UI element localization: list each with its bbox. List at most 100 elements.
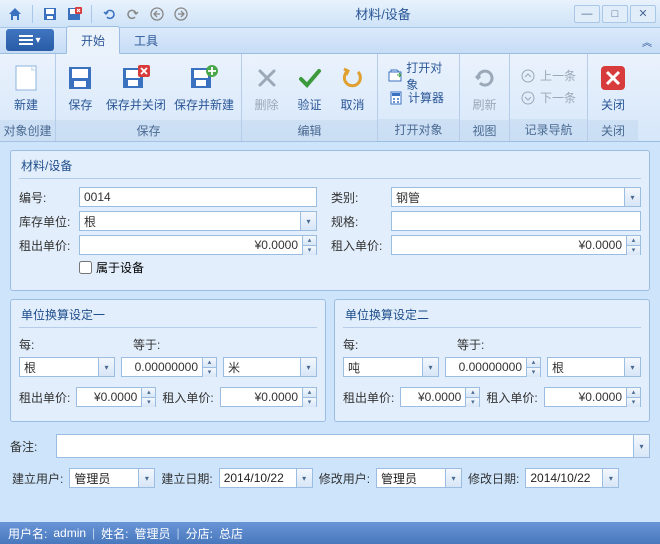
save-new-button[interactable]: 保存并新建 [171, 56, 237, 118]
tab-tools[interactable]: 工具 [120, 27, 172, 53]
close-large-icon [597, 62, 629, 94]
calculator-icon [388, 90, 404, 106]
chevron-down-icon[interactable]: ▾ [445, 469, 461, 487]
minimize-button[interactable]: — [574, 5, 600, 23]
save-close-icon[interactable] [63, 3, 85, 25]
spec-label: 规格: [331, 213, 387, 230]
group-open-label: 打开对象 [378, 119, 459, 141]
chevron-down-icon[interactable]: ▾ [300, 212, 316, 230]
maximize-button[interactable]: □ [602, 5, 628, 23]
panel-material: 材料/设备 编号: 类别: ▾ 库存单位: ▾ 规格: 租出单价: [10, 150, 650, 291]
open-object-button[interactable]: 打开对象 [384, 65, 453, 87]
conv1-title: 单位换算设定一 [19, 306, 317, 328]
status-branch: 总店 [219, 525, 243, 542]
close-button[interactable]: 关闭 [592, 56, 634, 118]
spinner-down-icon[interactable]: ▾ [302, 246, 316, 255]
validate-button[interactable]: 验证 [289, 56, 330, 118]
group-edit-label: 编辑 [242, 120, 377, 142]
save-close-large-icon [120, 62, 152, 94]
ribbon-tabs: ▾ 开始 工具 ︽ [0, 28, 660, 54]
app-menu-button[interactable]: ▾ [6, 29, 54, 51]
chevron-down-icon[interactable]: ▾ [138, 469, 154, 487]
open-object-icon [388, 68, 402, 84]
spec-input[interactable] [391, 211, 641, 231]
chevron-down-icon[interactable]: ▾ [624, 188, 640, 206]
status-user-label: 用户名: [8, 525, 47, 542]
category-label: 类别: [331, 189, 387, 206]
group-save-label: 保存 [56, 120, 241, 142]
rent-out-input[interactable] [79, 235, 317, 255]
refresh-button[interactable]: 刷新 [464, 56, 505, 118]
status-bar: 用户名: admin | 姓名: 管理员 | 分店: 总店 [0, 522, 660, 544]
tab-start[interactable]: 开始 [66, 26, 120, 54]
is-equipment-checkbox[interactable]: 属于设备 [79, 259, 144, 276]
form-area: 材料/设备 编号: 类别: ▾ 库存单位: ▾ 规格: 租出单价: [0, 142, 660, 488]
cancel-button[interactable]: 取消 [332, 56, 373, 118]
calculator-button[interactable]: 计算器 [384, 87, 453, 109]
window-title: 材料/设备 [192, 4, 574, 23]
modify-date-label: 修改日期: [468, 470, 519, 487]
arrow-down-icon [520, 90, 536, 106]
save-close-button[interactable]: 保存并关闭 [103, 56, 169, 118]
stock-unit-combo[interactable] [79, 211, 317, 231]
rent-in-label: 租入单价: [331, 237, 387, 254]
spinner-down-icon[interactable]: ▾ [626, 246, 640, 255]
new-button[interactable]: 新建 [4, 56, 48, 118]
modify-user-label: 修改用户: [319, 470, 370, 487]
home-icon[interactable] [4, 3, 26, 25]
arrow-up-icon [520, 68, 536, 84]
c1-rent-out-label: 租出单价: [19, 389, 70, 406]
c2-rent-out-label: 租出单价: [343, 389, 394, 406]
group-nav-label: 记录导航 [510, 119, 587, 141]
save-large-icon [64, 62, 96, 94]
title-bar: 材料/设备 — □ ✕ [0, 0, 660, 28]
remark-input[interactable] [56, 434, 650, 458]
chevron-down-icon[interactable]: ▾ [602, 469, 618, 487]
delete-button[interactable]: 删除 [246, 56, 287, 118]
c2-rent-in-label: 租入单价: [486, 389, 537, 406]
save-icon[interactable] [39, 3, 61, 25]
save-button[interactable]: 保存 [60, 56, 101, 118]
stock-unit-label: 库存单位: [19, 213, 75, 230]
panel-conversion-1: 单位换算设定一 每: 等于: ▾ ▴▾ ▾ 租出单价: ▴▾ 租入单价: ▴▾ [10, 299, 326, 422]
category-combo[interactable] [391, 187, 641, 207]
save-new-large-icon [188, 62, 220, 94]
redo-icon[interactable] [122, 3, 144, 25]
create-user-label: 建立用户: [12, 470, 63, 487]
ribbon-collapse-icon[interactable]: ︽ [642, 34, 652, 49]
number-input[interactable] [79, 187, 317, 207]
group-view-label: 视图 [460, 120, 509, 142]
number-label: 编号: [19, 189, 75, 206]
check-icon [294, 62, 326, 94]
prev-record-button[interactable]: 上一条 [516, 65, 580, 87]
status-user: admin [53, 526, 86, 540]
next-record-icon[interactable] [170, 3, 192, 25]
close-window-button[interactable]: ✕ [630, 5, 656, 23]
per-label-2: 每: [343, 336, 363, 353]
status-name-label: 姓名: [101, 525, 128, 542]
spinner-up-icon[interactable]: ▴ [302, 236, 316, 246]
chevron-down-icon[interactable]: ▾ [300, 358, 316, 376]
equals-label: 等于: [133, 336, 160, 353]
chevron-down-icon[interactable]: ▾ [98, 358, 114, 376]
conv2-title: 单位换算设定二 [343, 306, 641, 328]
chevron-down-icon[interactable]: ▾ [633, 435, 649, 457]
next-record-button[interactable]: 下一条 [516, 87, 580, 109]
ribbon: 新建 对象创建 保存 保存并关闭 保存并新建 保存 删除 [0, 54, 660, 142]
prev-record-icon[interactable] [146, 3, 168, 25]
group-create-label: 对象创建 [0, 120, 55, 142]
spinner-up-icon[interactable]: ▴ [626, 236, 640, 246]
rent-out-label: 租出单价: [19, 237, 75, 254]
chevron-down-icon[interactable]: ▾ [624, 358, 640, 376]
status-branch-label: 分店: [186, 525, 213, 542]
chevron-down-icon[interactable]: ▾ [422, 358, 438, 376]
quick-access-toolbar [4, 3, 192, 25]
undo-icon[interactable] [98, 3, 120, 25]
equals-label-2: 等于: [457, 336, 484, 353]
new-icon [10, 62, 42, 94]
rent-in-input[interactable] [391, 235, 641, 255]
per-label: 每: [19, 336, 39, 353]
create-date-label: 建立日期: [161, 470, 212, 487]
delete-icon [251, 62, 283, 94]
chevron-down-icon[interactable]: ▾ [296, 469, 312, 487]
